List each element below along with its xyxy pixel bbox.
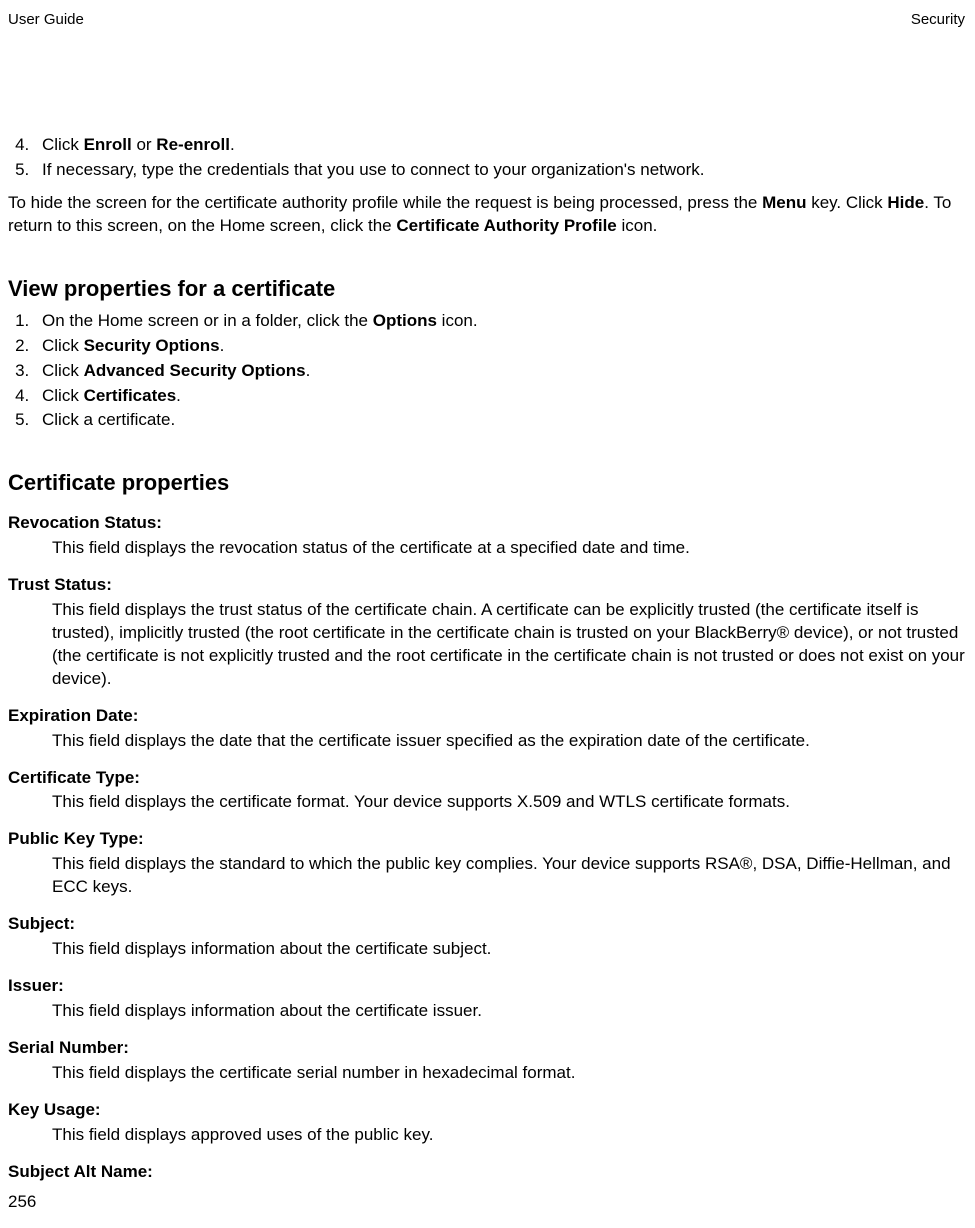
definition-item: Issuer:This field displays information a… [8,975,967,1023]
definition-term: Expiration Date: [8,705,967,728]
page-number: 256 [8,1191,36,1214]
list-item: Click Certificates. [34,385,967,408]
definition-item: Subject:This field displays information … [8,913,967,961]
definition-description: This field displays the revocation statu… [52,537,967,560]
definition-item: Key Usage:This field displays approved u… [8,1099,967,1147]
step-list-view-properties: On the Home screen or in a folder, click… [8,310,967,433]
definition-description: This field displays information about th… [52,938,967,961]
definition-description: This field displays the date that the ce… [52,730,967,753]
definition-item: Subject Alt Name: [8,1161,967,1184]
definition-term: Public Key Type: [8,828,967,851]
note-text: key. Click [806,193,887,212]
definition-item: Serial Number:This field displays the ce… [8,1037,967,1085]
definition-description: This field displays approved uses of the… [52,1124,967,1147]
header-left: User Guide [8,10,84,30]
list-item: Click Security Options. [34,335,967,358]
definition-term: Issuer: [8,975,967,998]
definition-description: This field displays the trust status of … [52,599,967,691]
definition-term: Key Usage: [8,1099,967,1122]
definition-description: This field displays the certificate form… [52,791,967,814]
note-text: To hide the screen for the certificate a… [8,193,762,212]
header-right: Security [911,10,965,30]
list-item: Click a certificate. [34,409,967,432]
list-item: On the Home screen or in a folder, click… [34,310,967,333]
section-title-cert-properties: Certificate properties [8,468,967,498]
definition-term: Subject Alt Name: [8,1161,967,1184]
definition-term: Subject: [8,913,967,936]
step-list-enroll: Click Enroll or Re-enroll.If necessary, … [8,134,967,182]
definition-item: Certificate Type:This field displays the… [8,767,967,815]
definition-description: This field displays the standard to whic… [52,853,967,899]
list-item: Click Enroll or Re-enroll. [34,134,967,157]
cert-auth-profile-label: Certificate Authority Profile [396,216,616,235]
list-item: Click Advanced Security Options. [34,360,967,383]
page-header: User Guide Security [8,10,967,34]
hide-screen-note: To hide the screen for the certificate a… [8,192,967,238]
definition-term: Revocation Status: [8,512,967,535]
definition-item: Public Key Type:This field displays the … [8,828,967,899]
definition-description: This field displays the certificate seri… [52,1062,967,1085]
definition-term: Serial Number: [8,1037,967,1060]
note-text: icon. [617,216,658,235]
definition-item: Revocation Status:This field displays th… [8,512,967,560]
hide-label: Hide [887,193,924,212]
definition-item: Expiration Date:This field displays the … [8,705,967,753]
definition-item: Trust Status:This field displays the tru… [8,574,967,691]
definition-list: Revocation Status:This field displays th… [8,512,967,1184]
section-title-view-properties: View properties for a certificate [8,274,967,304]
menu-key-label: Menu [762,193,806,212]
list-item: If necessary, type the credentials that … [34,159,967,182]
definition-description: This field displays information about th… [52,1000,967,1023]
definition-term: Trust Status: [8,574,967,597]
page-content: Click Enroll or Re-enroll.If necessary, … [8,34,967,1183]
definition-term: Certificate Type: [8,767,967,790]
